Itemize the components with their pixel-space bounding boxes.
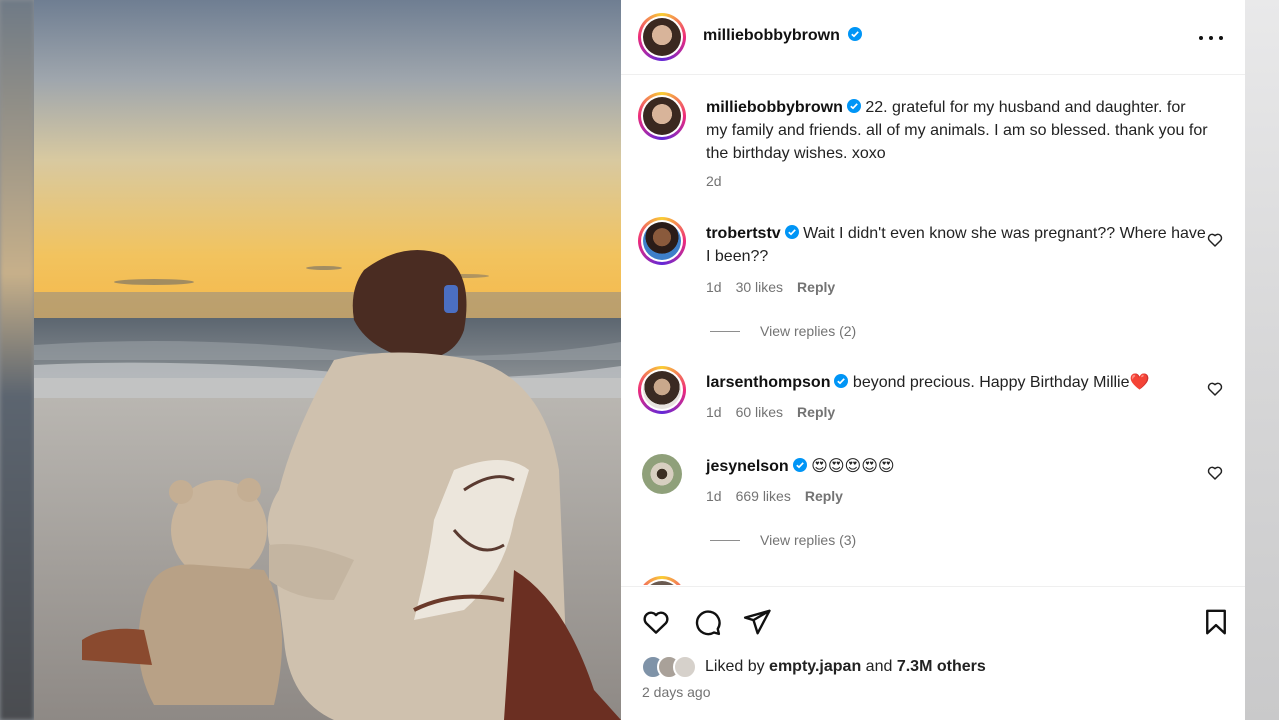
liked-by-avatars xyxy=(641,655,697,679)
likes-summary[interactable]: Liked by empty.japan and 7.3M others xyxy=(641,655,986,679)
bookmark-icon[interactable] xyxy=(1201,607,1231,637)
divider xyxy=(710,539,740,541)
comment-time: 1d xyxy=(706,404,722,420)
comment-username[interactable]: larsenthompson xyxy=(706,374,830,391)
view-replies-button[interactable]: View replies (2) xyxy=(710,323,856,339)
avatar[interactable] xyxy=(638,217,686,265)
post-photo[interactable] xyxy=(34,0,621,720)
comment-list[interactable]: milliebobbybrown 22. grateful for my hus… xyxy=(621,76,1245,585)
verified-icon xyxy=(834,374,849,388)
post-timestamp: 2 days ago xyxy=(642,684,711,700)
like-comment-heart-icon[interactable] xyxy=(1207,465,1223,481)
author-username[interactable]: milliebobbybrown xyxy=(703,27,840,44)
action-bar xyxy=(621,586,1245,720)
comment-text: 😍😍😍😍😍 xyxy=(811,458,895,475)
comment-likes[interactable]: 30 likes xyxy=(736,279,783,295)
comment-username[interactable]: jesynelson xyxy=(706,458,789,475)
reply-button[interactable]: Reply xyxy=(797,279,835,295)
verified-icon xyxy=(848,27,863,41)
avatar[interactable] xyxy=(638,366,686,414)
verified-icon xyxy=(846,99,861,113)
send-icon[interactable] xyxy=(742,607,772,637)
caption-time: 2d xyxy=(706,173,722,189)
comment-time: 1d xyxy=(706,488,722,504)
heart-icon[interactable] xyxy=(641,607,671,637)
like-comment-heart-icon[interactable] xyxy=(1207,232,1223,248)
comment-time: 1d xyxy=(706,279,722,295)
reply-button[interactable]: Reply xyxy=(805,488,843,504)
liked-by-count[interactable]: 7.3M others xyxy=(897,658,986,676)
verified-icon xyxy=(784,225,799,239)
caption-username[interactable]: milliebobbybrown xyxy=(706,99,843,116)
reply-button[interactable]: Reply xyxy=(797,404,835,420)
avatar[interactable] xyxy=(638,450,686,498)
comment-likes[interactable]: 60 likes xyxy=(736,404,783,420)
divider xyxy=(710,330,740,332)
comment-username[interactable]: trobertstv xyxy=(706,225,781,242)
liked-by-prefix: Liked by xyxy=(705,658,765,675)
liked-by-middle: and xyxy=(865,658,893,675)
comment-likes[interactable]: 669 likes xyxy=(736,488,791,504)
more-horizontal-icon[interactable] xyxy=(1199,28,1223,48)
comment-icon[interactable] xyxy=(692,607,722,637)
comment-text: beyond precious. Happy Birthday Millie❤️ xyxy=(852,374,1150,391)
avatar[interactable] xyxy=(638,92,686,140)
verified-icon xyxy=(792,458,807,472)
like-comment-heart-icon[interactable] xyxy=(1207,381,1223,397)
author-avatar[interactable] xyxy=(638,13,686,61)
view-replies-button[interactable]: View replies (3) xyxy=(710,532,856,548)
backdrop-right xyxy=(1245,0,1279,720)
post-panel: milliebobbybrown milliebobbybrown 22. gr… xyxy=(621,0,1245,720)
avatar[interactable] xyxy=(638,576,686,585)
liked-by-user[interactable]: empty.japan xyxy=(769,658,861,676)
post-header: milliebobbybrown xyxy=(621,0,1245,75)
backdrop-left xyxy=(0,0,34,720)
